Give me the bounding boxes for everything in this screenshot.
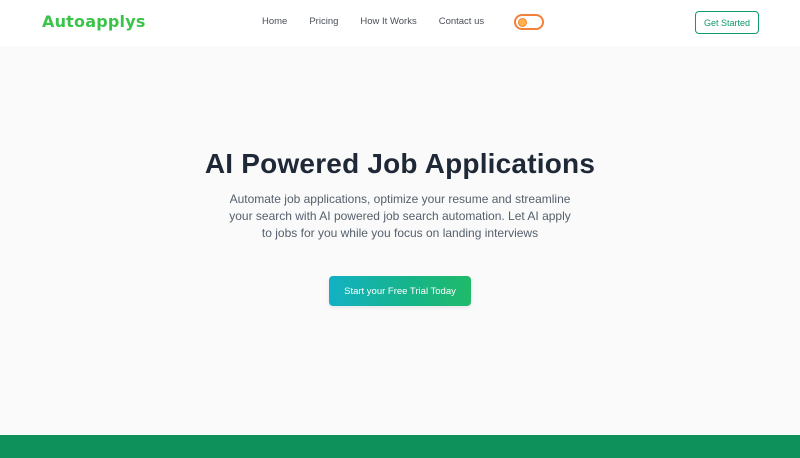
nav-links: Home Pricing How It Works Contact us (262, 16, 506, 27)
footer-band (0, 435, 800, 458)
hero-title: AI Powered Job Applications (204, 148, 596, 179)
navbar: Autoapplys Home Pricing How It Works Con… (0, 0, 800, 46)
nav-link-contact-us[interactable]: Contact us (439, 16, 484, 27)
nav-link-home[interactable]: Home (262, 16, 287, 27)
nav-link-how-it-works[interactable]: How It Works (360, 16, 416, 27)
get-started-button[interactable]: Get Started (695, 11, 759, 34)
sun-icon (519, 19, 526, 26)
free-trial-button[interactable]: Start your Free Trial Today (329, 276, 471, 306)
hero-subtitle: Automate job applications, optimize your… (229, 192, 571, 240)
theme-toggle[interactable] (514, 14, 544, 30)
brand-logo[interactable]: Autoapplys (42, 12, 146, 31)
nav-link-pricing[interactable]: Pricing (309, 16, 338, 27)
